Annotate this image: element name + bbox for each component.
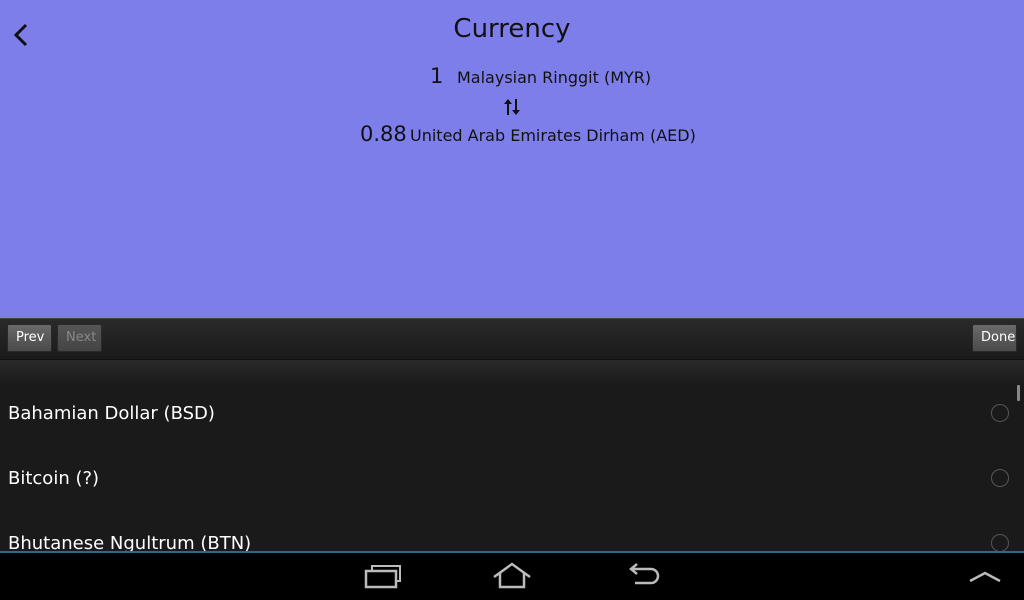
recent-apps-button[interactable]: [362, 561, 404, 591]
home-icon: [493, 562, 531, 589]
list-item[interactable]: Bahamian Dollar (BSD): [0, 402, 1024, 467]
from-currency-selector[interactable]: Malaysian Ringgit (MYR): [457, 68, 651, 87]
list-item-label: Bitcoin (?): [8, 468, 100, 489]
list-item[interactable]: Bitcoin (?): [0, 467, 1024, 532]
radio-button[interactable]: [991, 534, 1009, 552]
to-row: 0.88 United Arab Emirates Dirham (AED): [0, 122, 1024, 150]
back-arrow-icon: [629, 563, 660, 585]
system-nav-bar: [0, 553, 1024, 600]
swap-button[interactable]: [502, 97, 522, 117]
swap-vertical-icon: [504, 99, 520, 115]
to-amount-field[interactable]: 0.88: [360, 122, 407, 146]
list-top-shadow: [0, 360, 1024, 384]
radio-button[interactable]: [991, 469, 1009, 487]
next-button[interactable]: Next: [57, 324, 102, 352]
radio-button[interactable]: [991, 404, 1009, 422]
prev-button[interactable]: Prev: [7, 324, 52, 352]
from-amount-field[interactable]: 1: [430, 64, 443, 88]
back-nav-button[interactable]: [621, 561, 663, 591]
currency-screen: Currency 1 Malaysian Ringgit (MYR) 0.88 …: [0, 0, 1024, 318]
recent-apps-icon: [364, 565, 401, 589]
list-item[interactable]: Bhutanese Ngultrum (BTN): [0, 532, 1024, 552]
picker-toolbar: Prev Next Done: [0, 318, 1024, 360]
scrollbar[interactable]: [1017, 385, 1020, 401]
to-currency-selector[interactable]: United Arab Emirates Dirham (AED): [410, 126, 696, 145]
list-item-label: Bhutanese Ngultrum (BTN): [8, 533, 252, 552]
home-button[interactable]: [491, 561, 533, 591]
page-title: Currency: [453, 14, 571, 44]
from-row: 1 Malaysian Ringgit (MYR): [0, 64, 1024, 92]
currency-list[interactable]: Bahamian Dollar (BSD) Bitcoin (?) Bhutan…: [0, 360, 1024, 552]
done-button[interactable]: Done: [972, 324, 1017, 352]
chevron-up-icon: [969, 571, 1001, 583]
list-item-label: Bahamian Dollar (BSD): [8, 403, 215, 424]
menu-button[interactable]: [964, 561, 1006, 591]
